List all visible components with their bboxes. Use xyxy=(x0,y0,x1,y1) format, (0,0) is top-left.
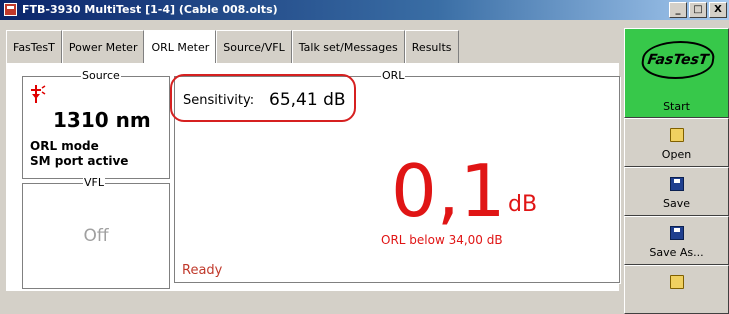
orl-value: 0,1 xyxy=(391,149,506,233)
maximize-button[interactable]: □ xyxy=(689,2,707,18)
tab-talk-set-messages[interactable]: Talk set/Messages xyxy=(291,30,405,63)
save-button[interactable]: Save xyxy=(624,167,729,216)
orl-legend: ORL xyxy=(381,69,406,82)
tab-fastest[interactable]: FasTesT xyxy=(6,30,62,63)
close-button[interactable]: X xyxy=(709,2,727,18)
fastest-logo: FasTesT xyxy=(639,41,717,79)
save-as-label: Save As... xyxy=(649,246,704,259)
minimize-button[interactable]: _ xyxy=(669,2,687,18)
vfl-group: VFL Off xyxy=(22,176,170,289)
open-label: Open xyxy=(661,148,692,161)
sensitivity-highlight xyxy=(170,74,356,122)
vfl-state: Off xyxy=(83,226,109,246)
mode-line-1: ORL mode xyxy=(30,139,99,153)
orl-note: ORL below 34,00 dB xyxy=(381,233,503,247)
source-group: Source 1310 nm ORL mode SM port active xyxy=(22,69,170,179)
source-mode: ORL mode SM port active xyxy=(30,139,128,169)
orl-unit: dB xyxy=(508,192,538,217)
sidebar: FasTesT Start Open Save Save As... xyxy=(624,28,729,314)
tab-power-meter[interactable]: Power Meter xyxy=(61,30,145,63)
title-bar: FTB-3930 MultiTest [1-4] (Cable 008.olts… xyxy=(0,0,729,20)
folder-open-icon xyxy=(670,128,684,142)
floppy-disk-icon xyxy=(670,226,684,240)
laser-icon xyxy=(30,85,46,103)
folder-icon xyxy=(670,275,684,289)
status-text: Ready xyxy=(182,263,223,278)
vfl-legend: VFL xyxy=(83,176,105,189)
app-icon xyxy=(4,3,17,16)
floppy-disk-icon xyxy=(670,177,684,191)
save-label: Save xyxy=(662,197,690,210)
start-button[interactable]: FasTesT Start xyxy=(624,28,729,118)
tab-orl-meter[interactable]: ORL Meter xyxy=(144,30,217,63)
tab-results[interactable]: Results xyxy=(404,30,459,63)
tab-bar: FasTesT Power Meter ORL Meter Source/VFL… xyxy=(6,30,459,63)
folder-button[interactable] xyxy=(624,265,729,314)
open-button[interactable]: Open xyxy=(624,118,729,167)
source-legend: Source xyxy=(81,69,121,82)
start-label: Start xyxy=(663,100,690,113)
mode-line-2: SM port active xyxy=(30,154,129,168)
window-title: FTB-3930 MultiTest [1-4] (Cable 008.olts… xyxy=(22,3,278,16)
wavelength-value: 1310 nm xyxy=(53,108,151,132)
save-as-button[interactable]: Save As... xyxy=(624,216,729,265)
tab-source-vfl[interactable]: Source/VFL xyxy=(216,30,292,63)
